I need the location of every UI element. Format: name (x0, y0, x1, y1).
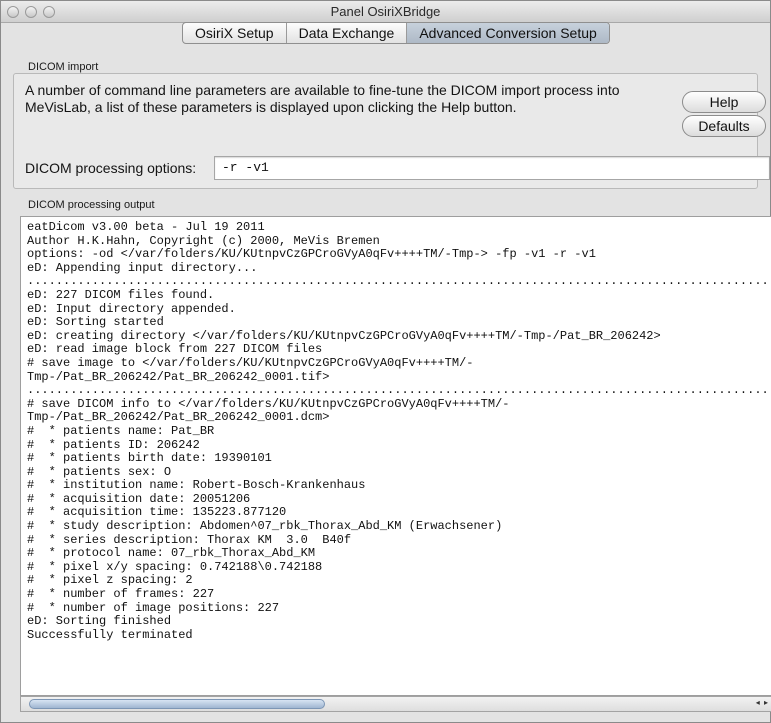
output-line: # * patients ID: 206242 (27, 437, 200, 452)
window-title: Panel OsiriXBridge (330, 4, 441, 19)
output-line: options: -od </var/folders/KU/KUtnpvCzGP… (27, 247, 596, 262)
output-line: # save image to </var/folders/KU/KUtnpvC… (27, 355, 474, 370)
output-line: eD: read image block from 227 DICOM file… (27, 342, 323, 357)
processing-output-textarea[interactable]: eatDicom v3.00 beta - Jul 19 2011 Author… (20, 216, 771, 696)
horizontal-scrollbar[interactable]: ◂ ▸ (20, 696, 771, 712)
window-titlebar[interactable]: Panel OsiriXBridge (1, 1, 770, 23)
output-line: # save DICOM info to </var/folders/KU/KU… (27, 396, 510, 411)
output-line: # * number of image positions: 227 (27, 600, 280, 615)
output-line: # * protocol name: 07_rbk_Thorax_Abd_KM (27, 546, 316, 561)
output-line: eD: Input directory appended. (27, 301, 236, 316)
output-line: eD: Appending input directory... (27, 260, 258, 275)
output-line: Author H.K.Hahn, Copyright (c) 2000, MeV… (27, 233, 380, 248)
output-line: # * series description: Thorax KM 3.0 B4… (27, 532, 352, 547)
scroll-arrows-icon[interactable]: ◂ ▸ (756, 698, 769, 707)
processing-output-group-label: DICOM processing output (28, 199, 155, 211)
output-line: # * patients birth date: 19390101 (27, 451, 272, 466)
output-line: # * pixel x/y spacing: 0.742188\0.742188 (27, 559, 323, 574)
output-line: eD: creating directory </var/folders/KU/… (27, 328, 661, 343)
import-description: A number of command line parameters are … (25, 82, 620, 115)
processing-options-label: DICOM processing options: (25, 160, 197, 176)
output-line: eD: Sorting started (27, 315, 164, 330)
output-line: eD: 227 DICOM files found. (27, 287, 215, 302)
output-line: # * acquisition date: 20051206 (27, 491, 251, 506)
output-line: # * number of frames: 227 (27, 587, 215, 602)
output-line: # * pixel z spacing: 2 (27, 573, 193, 588)
defaults-button[interactable]: Defaults (682, 115, 766, 137)
output-line: # * study description: Abdomen^07_rbk_Th… (27, 519, 503, 534)
output-line: ........................................… (27, 274, 771, 289)
output-line: # * patients name: Pat_BR (27, 423, 215, 438)
osirix-bridge-window: Panel OsiriXBridge OsiriX Setup Data Exc… (0, 0, 771, 723)
tab-bar: OsiriX Setup Data Exchange Advanced Conv… (182, 22, 610, 44)
output-line: # * institution name: Robert-Bosch-Krank… (27, 478, 366, 493)
output-line: # * acquisition time: 135223.877120 (27, 505, 287, 520)
dicom-import-group-label: DICOM import (28, 61, 99, 73)
tab-advanced-conversion-setup[interactable]: Advanced Conversion Setup (407, 23, 609, 43)
tab-data-exchange[interactable]: Data Exchange (287, 23, 408, 43)
processing-output-text: eatDicom v3.00 beta - Jul 19 2011 Author… (21, 217, 771, 642)
scrollbar-thumb[interactable] (29, 699, 325, 709)
output-line: Successfully terminated (27, 627, 193, 642)
processing-options-input[interactable]: -r -v1 (214, 156, 770, 180)
tab-osirix-setup[interactable]: OsiriX Setup (183, 23, 287, 43)
output-line: Tmp-/Pat_BR_206242/Pat_BR_206242_0001.dc… (27, 410, 330, 425)
output-line: ........................................… (27, 383, 771, 398)
help-button[interactable]: Help (682, 91, 766, 113)
output-line: Tmp-/Pat_BR_206242/Pat_BR_206242_0001.ti… (27, 369, 330, 384)
output-line: eatDicom v3.00 beta - Jul 19 2011 (27, 220, 265, 234)
output-line: # * patients sex: O (27, 464, 172, 479)
output-line: eD: Sorting finished (27, 614, 172, 629)
